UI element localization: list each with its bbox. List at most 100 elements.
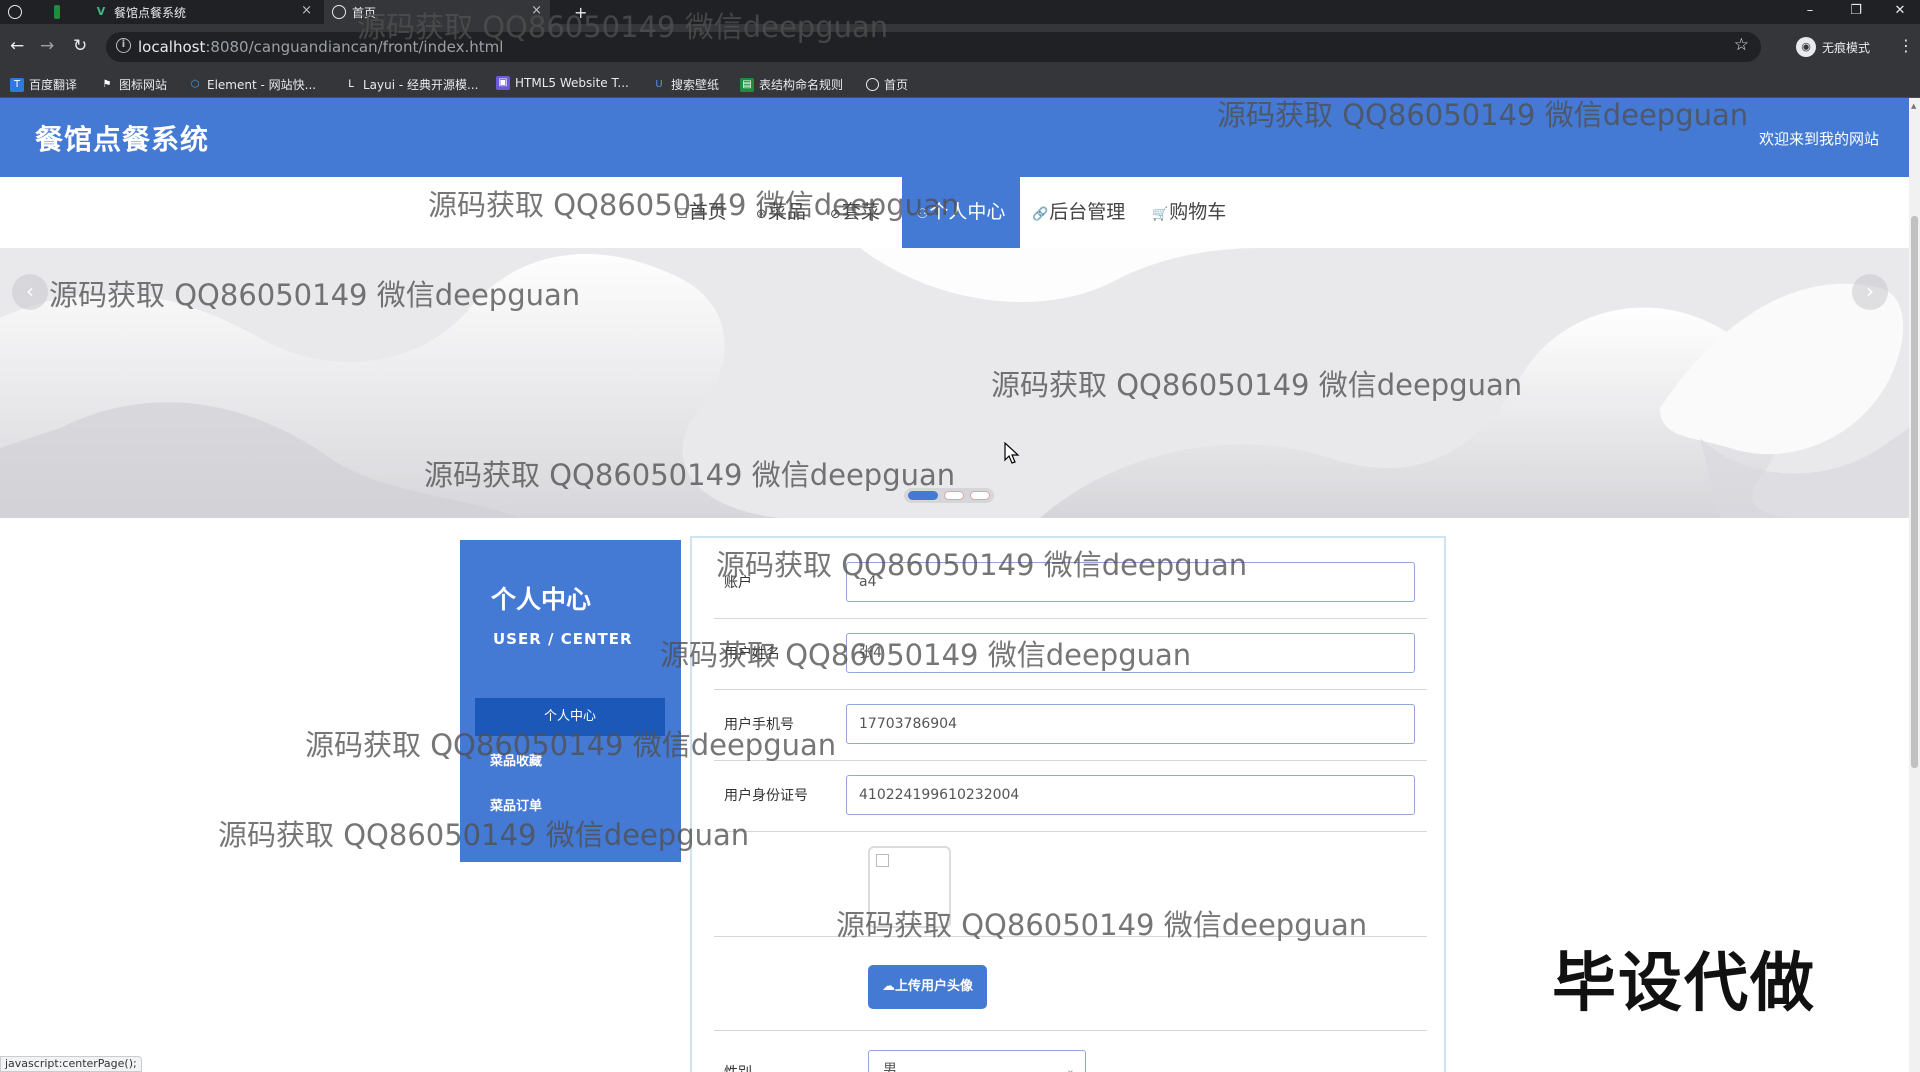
page-viewport: 餐馆点餐系统 欢迎来到我的网站 ☐首页 ⊛菜品 ⊘套菜 ⚇个人中心 🔗后台管理 … (0, 98, 1909, 1072)
tag-icon: ⊘ (830, 207, 841, 222)
menu-item-user-center[interactable]: 个人中心 (475, 698, 665, 736)
dish-icon: ⊛ (756, 207, 767, 222)
link-status-bar: javascript:centerPage(); (0, 1056, 142, 1072)
new-tab-button[interactable]: + (566, 0, 596, 24)
close-window-button[interactable]: ✕ (1880, 0, 1920, 24)
user-center-title: 个人中心 (491, 585, 592, 614)
minimize-button[interactable]: – (1790, 0, 1830, 24)
upload-avatar-button[interactable]: ☁上传用户头像 (868, 965, 987, 1009)
flag-icon: ⚑ (102, 78, 112, 90)
close-tab-icon[interactable]: × (301, 3, 312, 18)
nav-home[interactable]: ☐首页 (676, 177, 727, 248)
carousel-dot[interactable] (908, 491, 938, 500)
back-icon[interactable]: ← (10, 36, 24, 56)
account-input[interactable]: a4 (846, 562, 1415, 602)
translate-icon: T (10, 77, 24, 92)
nav-set-meals[interactable]: ⊘套菜 (830, 177, 880, 248)
globe-icon (332, 5, 346, 19)
tab-title: 餐馆点餐系统 (114, 5, 187, 20)
account-label: 账户 (724, 575, 752, 591)
banner-carousel: ‹ › (0, 248, 1909, 518)
incognito-profile[interactable]: ◉ 无痕模式 (1796, 32, 1870, 62)
close-tab-icon[interactable]: × (531, 3, 542, 18)
form-row-account: 账户 a4 (714, 562, 1427, 619)
tab-ordering-system[interactable]: V 餐馆点餐系统 × (86, 0, 320, 24)
nav-cart[interactable]: 🛒购物车 (1152, 177, 1226, 248)
scrollbar-thumb[interactable] (1911, 216, 1918, 768)
pinned-tab[interactable] (46, 0, 74, 24)
element-icon: ⬡ (190, 78, 200, 90)
chevron-down-icon: ⌄ (1065, 1063, 1075, 1072)
form-row-idcard: 用户身份证号 410224199610232004 (714, 775, 1427, 832)
user-center-subtitle: USER / CENTER (493, 630, 633, 648)
profile-form: 账户 a4 用户姓名 张4 用户手机号 17703786904 用户身份证号 4… (690, 536, 1446, 1072)
name-input[interactable]: 张4 (846, 633, 1415, 673)
menu-item-favorites[interactable]: 菜品收藏 (475, 743, 665, 781)
gender-label: 性别 (724, 1062, 752, 1072)
carousel-indicators (904, 488, 994, 503)
reload-icon[interactable]: ↻ (73, 36, 87, 56)
cloud-upload-icon: ☁ (881, 979, 895, 994)
bookmark-item[interactable]: ▤ 表结构命名规则 (740, 76, 843, 93)
sheet-icon: ▤ (740, 77, 754, 92)
phone-label: 用户手机号 (724, 717, 794, 733)
carousel-next-button[interactable]: › (1852, 274, 1888, 310)
profile-label: 无痕模式 (1822, 40, 1871, 55)
vue-icon: V (96, 5, 106, 18)
cart-icon: 🛒 (1152, 207, 1169, 222)
form-row-upload: ☁上传用户头像 (714, 944, 1427, 1031)
url-path: :8080/canguandiancan/front/index.html (205, 38, 504, 56)
gender-select[interactable]: 男 ⌄ (868, 1050, 1086, 1072)
form-row-name: 用户姓名 张4 (714, 633, 1427, 690)
bookmark-item[interactable]: 首页 (866, 76, 908, 93)
tab-home[interactable]: 首页 × (324, 0, 550, 24)
html5-icon: ▣ (496, 76, 510, 90)
mouse-cursor-icon (1004, 442, 1020, 464)
banner-image (0, 248, 1909, 518)
carousel-prev-button[interactable]: ‹ (12, 274, 48, 310)
bookmark-item[interactable]: ⚑ 图标网站 (100, 76, 168, 93)
form-row-avatar (714, 838, 1427, 937)
url-host: localhost (138, 38, 206, 56)
scroll-up-icon[interactable]: ▲ (1911, 102, 1916, 110)
home-icon: ☐ (676, 207, 688, 222)
site-title: 餐馆点餐系统 (35, 123, 210, 156)
menu-item-orders[interactable]: 菜品订单 (475, 788, 665, 826)
image-placeholder-icon (876, 854, 889, 867)
bookmarks-bar: T 百度翻译 ⚑ 图标网站 ⬡ Element - 网站快... ᒪ Layui - 经… (0, 70, 1920, 98)
wallpaper-icon: U (655, 78, 663, 90)
user-icon: ⚇ (916, 207, 929, 222)
incognito-icon: ◉ (1796, 37, 1816, 57)
name-label: 用户姓名 (724, 646, 780, 662)
form-row-gender: 性别 男⌄ (714, 1032, 1427, 1072)
nav-dishes[interactable]: ⊛菜品 (756, 177, 806, 248)
nav-user-center[interactable]: ⚇个人中心 (902, 177, 1020, 248)
page-scrollbar[interactable]: ▲ (1909, 98, 1920, 1072)
main-nav: ☐首页 ⊛菜品 ⊘套菜 ⚇个人中心 🔗后台管理 🛒购物车 (0, 177, 1909, 248)
carousel-dot[interactable] (944, 491, 964, 500)
phone-input[interactable]: 17703786904 (846, 704, 1415, 744)
browser-tab-strip: V 餐馆点餐系统 × 首页 × + – ❐ ✕ (0, 0, 1920, 24)
bookmark-item[interactable]: ᒪ Layui - 经典开源模... (344, 76, 478, 93)
info-icon[interactable]: i (116, 38, 131, 53)
address-bar-area: ← → ↻ i localhost:8080/canguandiancan/fr… (0, 24, 1920, 70)
bookmark-item[interactable]: ▣ HTML5 Website T... (496, 76, 629, 90)
bookmark-item[interactable]: ⬡ Element - 网站快... (188, 76, 316, 93)
avatar-preview[interactable] (868, 846, 951, 928)
more-menu-icon[interactable]: ⋮ (1898, 36, 1914, 55)
carousel-dot[interactable] (970, 491, 990, 500)
idcard-input[interactable]: 410224199610232004 (846, 775, 1415, 815)
nav-admin[interactable]: 🔗后台管理 (1032, 177, 1125, 248)
idcard-label: 用户身份证号 (724, 788, 808, 804)
bookmark-item[interactable]: U 搜索壁纸 (652, 76, 719, 93)
forward-icon[interactable]: → (40, 36, 54, 56)
bookmark-item[interactable]: T 百度翻译 (10, 76, 77, 93)
url-input[interactable]: i localhost:8080/canguandiancan/front/in… (106, 32, 1761, 62)
link-icon: 🔗 (1032, 207, 1049, 222)
bookmark-star-icon[interactable]: ☆ (1734, 35, 1749, 55)
user-center-menu: 个人中心 USER / CENTER 个人中心 菜品收藏 菜品订单 (460, 540, 681, 862)
layui-icon: ᒪ (348, 78, 354, 90)
globe-icon (866, 78, 879, 91)
browser-menu-icon[interactable] (0, 0, 36, 24)
restore-button[interactable]: ❐ (1836, 0, 1876, 24)
